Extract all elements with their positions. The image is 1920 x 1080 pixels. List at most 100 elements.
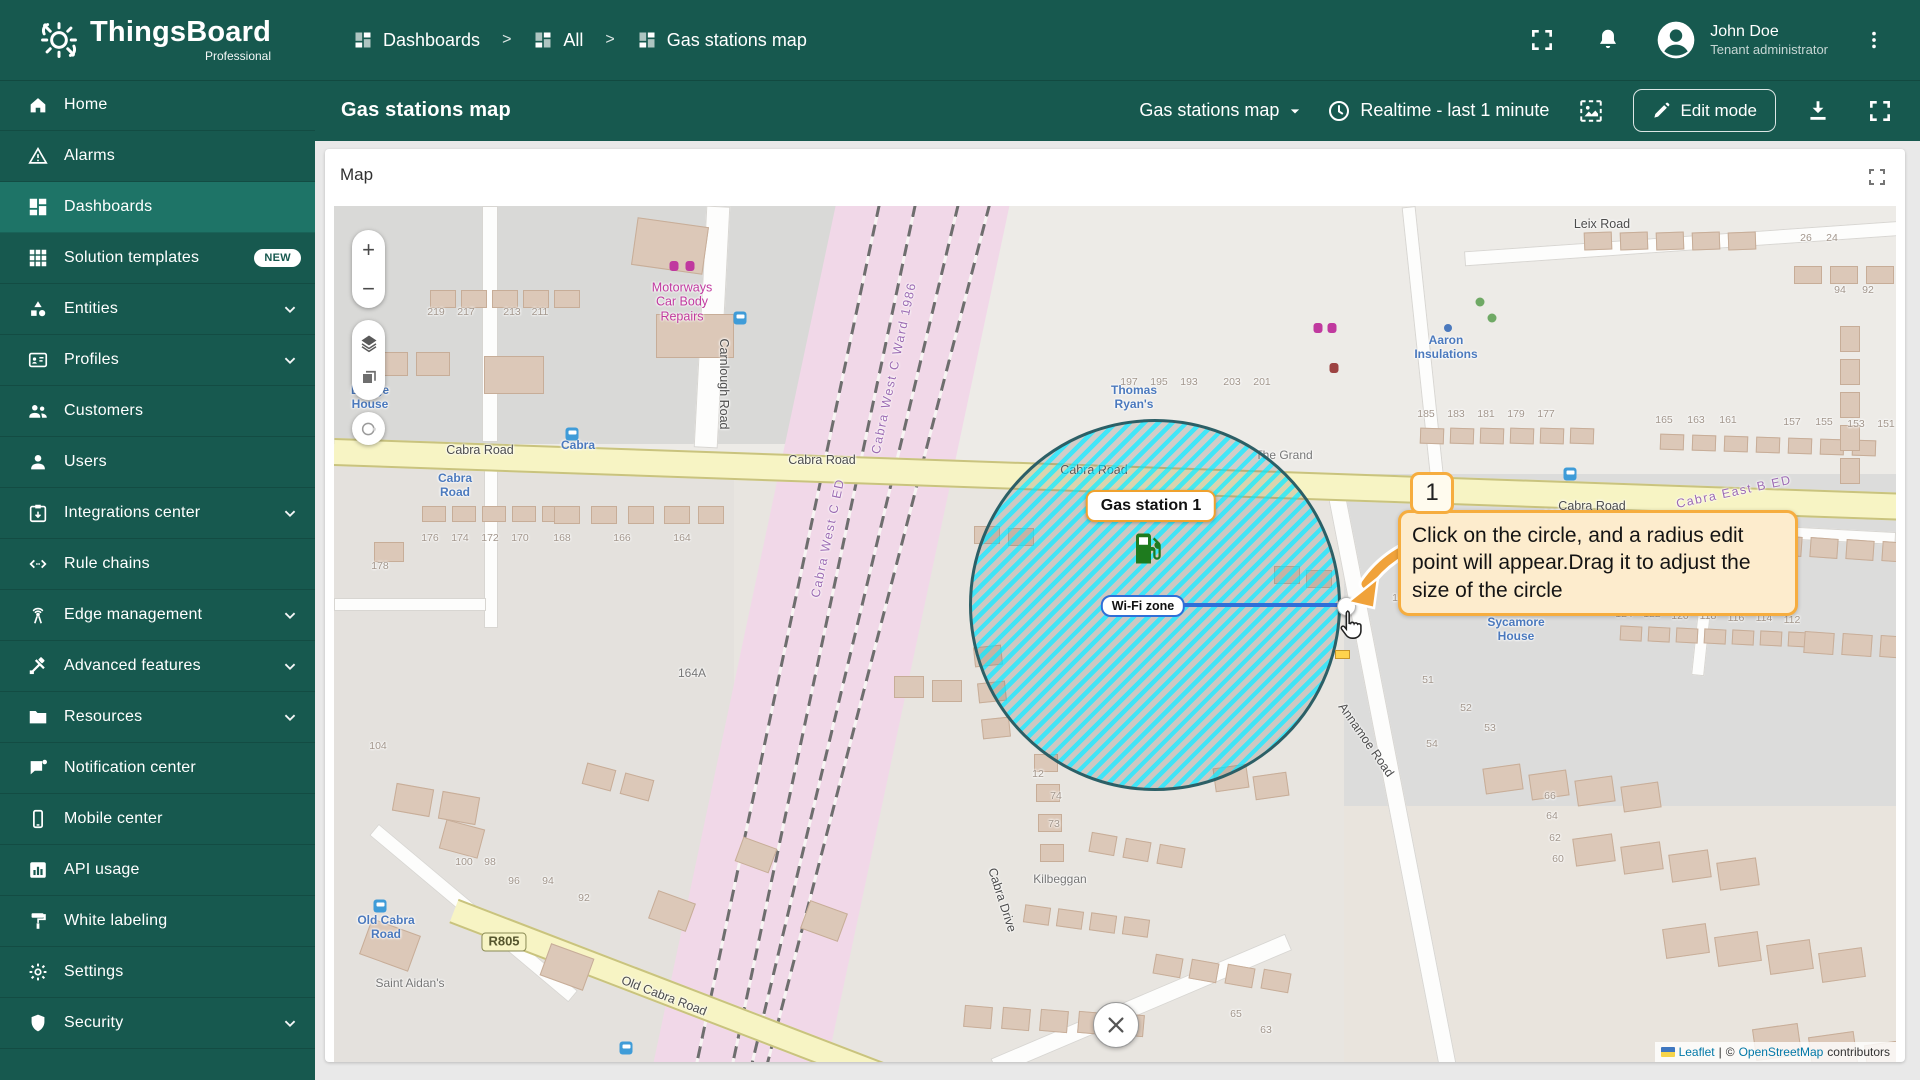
carshop-icon xyxy=(670,261,679,271)
map-building xyxy=(1830,266,1858,284)
map-type-icon xyxy=(360,368,378,386)
map-building xyxy=(461,290,487,308)
edge-management-icon xyxy=(26,603,50,627)
sidebar-item-customers[interactable]: Customers xyxy=(0,386,315,437)
map-widget: Map xyxy=(325,149,1905,1062)
map-building xyxy=(1760,630,1783,646)
map-building xyxy=(430,290,456,308)
advanced-features-icon xyxy=(26,654,50,678)
avatar xyxy=(1654,18,1698,62)
map-building xyxy=(1620,841,1664,874)
map-label: 155 xyxy=(1815,416,1833,428)
sidebar-item-integrations-center[interactable]: Integrations center xyxy=(0,488,315,539)
kebab-icon xyxy=(1863,29,1885,51)
map-building xyxy=(1648,626,1671,642)
map-label: 201 xyxy=(1253,376,1271,388)
sidebar-item-profiles[interactable]: Profiles xyxy=(0,335,315,386)
user-role: Tenant administrator xyxy=(1710,42,1828,58)
map-building xyxy=(1660,434,1685,451)
map-building xyxy=(1570,428,1595,445)
sidebar-item-settings[interactable]: Settings xyxy=(0,947,315,998)
user-menu[interactable]: John Doe Tenant administrator xyxy=(1654,18,1828,62)
sidebar-item-mobile-center[interactable]: Mobile center xyxy=(0,794,315,845)
breadcrumb-item-gas-stations-map[interactable]: Gas stations map xyxy=(637,30,807,51)
hint-tooltip: Click on the circle, and a radius edit p… xyxy=(1398,510,1798,616)
bus-stop-icon xyxy=(566,428,579,441)
wifi-zone-label[interactable]: Wi-Fi zone xyxy=(1101,595,1185,617)
sidebar-item-notification-center[interactable]: Notification center xyxy=(0,743,315,794)
sidebar-item-advanced-features[interactable]: Advanced features xyxy=(0,641,315,692)
sidebar-item-label: Resources xyxy=(64,708,142,726)
sidebar-item-dashboards[interactable]: Dashboards xyxy=(0,182,315,233)
notifications-button[interactable] xyxy=(1588,20,1628,60)
profiles-icon xyxy=(26,348,50,372)
map-building xyxy=(1845,539,1874,561)
sidebar-item-entities[interactable]: Entities xyxy=(0,284,315,335)
integrations-center-icon xyxy=(26,501,50,525)
dashboards-icon xyxy=(26,195,50,219)
screenshot-button[interactable] xyxy=(1571,91,1611,131)
white-labeling-icon xyxy=(26,909,50,933)
breadcrumb: Dashboards>All>Gas stations map xyxy=(353,30,807,51)
close-drawing-button[interactable] xyxy=(1093,1002,1139,1048)
fullscreen-icon xyxy=(1867,98,1893,124)
sidebar-item-white-labeling[interactable]: White labeling xyxy=(0,896,315,947)
map-building xyxy=(452,506,476,522)
sidebar-item-alarms[interactable]: Alarms xyxy=(0,131,315,182)
map-building xyxy=(664,506,690,524)
bus-stop-icon xyxy=(620,1042,633,1055)
sidebar-item-solution-templates[interactable]: Solution templatesNEW xyxy=(0,233,315,284)
map-building xyxy=(1794,266,1822,284)
breadcrumb-item-dashboards[interactable]: Dashboards xyxy=(353,30,480,51)
map-building xyxy=(656,314,734,358)
tree-icon xyxy=(1488,314,1497,323)
map-building xyxy=(1122,838,1151,862)
map-building xyxy=(1056,908,1084,929)
api-usage-icon xyxy=(26,858,50,882)
map-building xyxy=(894,676,924,698)
map-building xyxy=(1089,912,1117,933)
sidebar-item-edge-management[interactable]: Edge management xyxy=(0,590,315,641)
draw-circle-button[interactable] xyxy=(356,416,382,442)
map-building xyxy=(698,506,724,524)
gas-pump-icon[interactable] xyxy=(1133,532,1169,568)
kebab-menu-button[interactable] xyxy=(1854,20,1894,60)
dashboard-state-select[interactable]: Gas stations map xyxy=(1139,100,1305,121)
sidebar-item-api-usage[interactable]: API usage xyxy=(0,845,315,896)
thingsboard-logo[interactable]: ThingsBoard Professional xyxy=(0,18,315,62)
layers-button[interactable] xyxy=(356,330,382,356)
hint-step-badge: 1 xyxy=(1410,472,1454,514)
download-button[interactable] xyxy=(1798,91,1838,131)
station-marker-label[interactable]: Gas station 1 xyxy=(1086,490,1216,522)
widget-expand-button[interactable] xyxy=(1865,165,1889,189)
map-building xyxy=(1818,947,1866,983)
map-building xyxy=(1840,359,1860,385)
sidebar-item-security[interactable]: Security xyxy=(0,998,315,1049)
sidebar-item-label: Advanced features xyxy=(64,657,201,675)
breadcrumb-item-all[interactable]: All xyxy=(533,30,583,51)
clock-icon xyxy=(1327,99,1351,123)
sidebar-item-label: Solution templates xyxy=(64,249,199,267)
edit-mode-button[interactable]: Edit mode xyxy=(1633,89,1776,132)
sidebar-item-rule-chains[interactable]: Rule chains xyxy=(0,539,315,590)
map-building xyxy=(1574,775,1615,806)
users-icon xyxy=(26,450,50,474)
bus-stop-icon xyxy=(374,900,387,913)
zoom-in-button[interactable]: + xyxy=(362,239,375,261)
timewindow-button[interactable]: Realtime - last 1 minute xyxy=(1327,99,1549,123)
map-building xyxy=(1728,232,1757,251)
leaflet-link[interactable]: Leaflet xyxy=(1679,1045,1715,1059)
fullscreen-button[interactable] xyxy=(1522,20,1562,60)
osm-link[interactable]: OpenStreetMap xyxy=(1739,1045,1824,1059)
zoom-out-button[interactable]: − xyxy=(362,278,375,300)
sidebar-item-home[interactable]: Home xyxy=(0,80,315,131)
expand-dashboard-button[interactable] xyxy=(1860,91,1900,131)
sidebar-item-users[interactable]: Users xyxy=(0,437,315,488)
radius-line xyxy=(1179,603,1345,607)
map-type-button[interactable] xyxy=(356,364,382,390)
map-label: Thomas Ryan's xyxy=(1111,384,1157,412)
map-building xyxy=(591,506,617,524)
map-building xyxy=(1001,1007,1031,1031)
sidebar-item-resources[interactable]: Resources xyxy=(0,692,315,743)
leaflet-map[interactable]: Cabra RoadCabra RoadCabra RoadCabra Road… xyxy=(334,206,1896,1062)
